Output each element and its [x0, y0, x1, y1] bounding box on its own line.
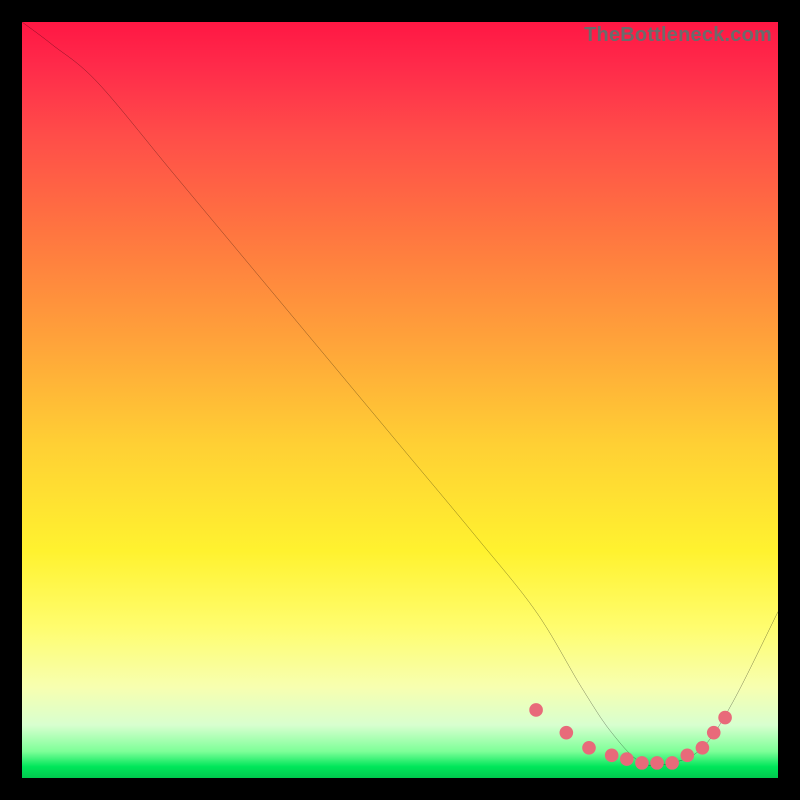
- marker-dot: [620, 752, 634, 766]
- marker-dot: [718, 711, 732, 725]
- marker-dot: [665, 756, 679, 770]
- marker-dot: [707, 726, 721, 740]
- marker-dot: [582, 741, 596, 755]
- marker-dot: [696, 741, 710, 755]
- bottleneck-curve-svg: [22, 22, 778, 778]
- chart-plot-area: TheBottleneck.com: [22, 22, 778, 778]
- marker-dot: [635, 756, 649, 770]
- marker-dot: [650, 756, 664, 770]
- chart-frame: TheBottleneck.com: [0, 0, 800, 800]
- marker-dot: [560, 726, 574, 740]
- flat-region-markers: [529, 703, 732, 770]
- marker-dot: [529, 703, 543, 717]
- marker-dot: [605, 749, 619, 763]
- marker-dot: [680, 749, 694, 763]
- bottleneck-curve-line: [22, 22, 778, 766]
